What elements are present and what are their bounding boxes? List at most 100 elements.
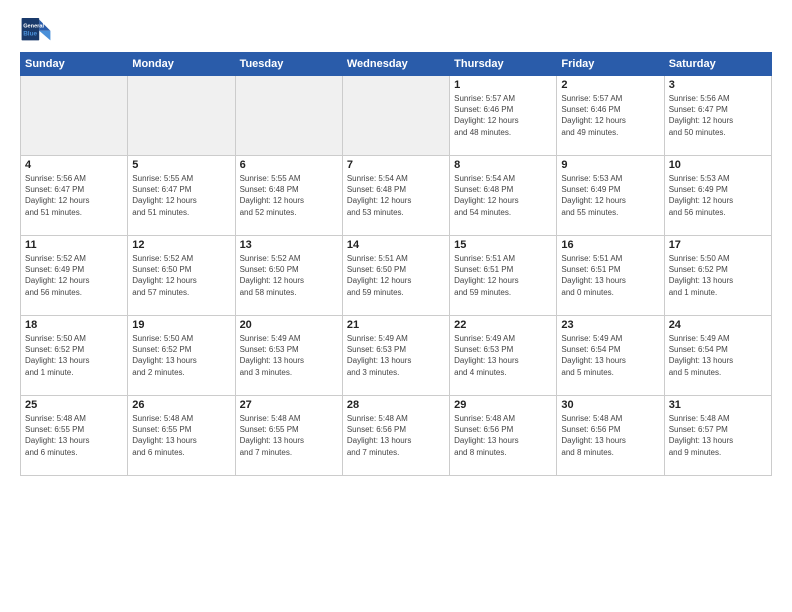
col-header-sunday: Sunday — [21, 53, 128, 76]
day-info: Sunrise: 5:54 AM Sunset: 6:48 PM Dayligh… — [347, 173, 445, 218]
col-header-tuesday: Tuesday — [235, 53, 342, 76]
day-number: 23 — [561, 319, 659, 331]
day-number: 15 — [454, 239, 552, 251]
day-cell: 28 Sunrise: 5:48 AM Sunset: 6:56 PM Dayli… — [342, 396, 449, 476]
day-cell: 3 Sunrise: 5:56 AM Sunset: 6:47 PM Daylig… — [664, 76, 771, 156]
day-number: 31 — [669, 399, 767, 411]
day-info: Sunrise: 5:56 AM Sunset: 6:47 PM Dayligh… — [669, 93, 767, 138]
logo-icon: General Blue — [20, 16, 52, 44]
day-number: 29 — [454, 399, 552, 411]
day-number: 21 — [347, 319, 445, 331]
day-cell: 1Sunrise: 5:57 AM Sunset: 6:46 PM Daylig… — [450, 76, 557, 156]
day-cell — [235, 76, 342, 156]
day-number: 5 — [132, 159, 230, 171]
day-info: Sunrise: 5:49 AM Sunset: 6:54 PM Dayligh… — [561, 333, 659, 378]
day-cell: 24Sunrise: 5:49 AM Sunset: 6:54 PM Dayli… — [664, 316, 771, 396]
col-header-saturday: Saturday — [664, 53, 771, 76]
day-number: 25 — [25, 399, 123, 411]
day-info: Sunrise: 5:48 AM Sunset: 6:57 PM Dayligh… — [669, 413, 767, 458]
week-row-4: 25 Sunrise: 5:48 AM Sunset: 6:55 PM Dayli… — [21, 396, 772, 476]
day-number: 4 — [25, 159, 123, 171]
header: General Blue — [20, 16, 772, 44]
day-number: 2 — [561, 79, 659, 91]
day-cell: 15 Sunrise: 5:51 AM Sunset: 6:51 PM Dayli… — [450, 236, 557, 316]
day-info: Sunrise: 5:52 AM Sunset: 6:50 PM Dayligh… — [240, 253, 338, 298]
day-number: 6 — [240, 159, 338, 171]
day-cell: 13 Sunrise: 5:52 AM Sunset: 6:50 PM Dayli… — [235, 236, 342, 316]
day-number: 19 — [132, 319, 230, 331]
day-cell: 20Sunrise: 5:49 AM Sunset: 6:53 PM Dayli… — [235, 316, 342, 396]
week-row-3: 18 Sunrise: 5:50 AM Sunset: 6:52 PM Dayli… — [21, 316, 772, 396]
day-cell: 19 Sunrise: 5:50 AM Sunset: 6:52 PM Dayli… — [128, 316, 235, 396]
day-info: Sunrise: 5:53 AM Sunset: 6:49 PM Dayligh… — [561, 173, 659, 218]
day-info: Sunrise: 5:48 AM Sunset: 6:56 PM Dayligh… — [454, 413, 552, 458]
day-cell: 11 Sunrise: 5:52 AM Sunset: 6:49 PM Dayli… — [21, 236, 128, 316]
day-number: 24 — [669, 319, 767, 331]
svg-text:Blue: Blue — [23, 31, 37, 38]
day-info: Sunrise: 5:54 AM Sunset: 6:48 PM Dayligh… — [454, 173, 552, 218]
day-number: 9 — [561, 159, 659, 171]
day-number: 17 — [669, 239, 767, 251]
day-number: 27 — [240, 399, 338, 411]
day-info: Sunrise: 5:55 AM Sunset: 6:47 PM Dayligh… — [132, 173, 230, 218]
day-cell — [128, 76, 235, 156]
day-info: Sunrise: 5:51 AM Sunset: 6:51 PM Dayligh… — [454, 253, 552, 298]
day-number: 13 — [240, 239, 338, 251]
day-info: Sunrise: 5:52 AM Sunset: 6:49 PM Dayligh… — [25, 253, 123, 298]
day-cell: 21 Sunrise: 5:49 AM Sunset: 6:53 PM Dayli… — [342, 316, 449, 396]
day-number: 18 — [25, 319, 123, 331]
col-header-thursday: Thursday — [450, 53, 557, 76]
day-number: 28 — [347, 399, 445, 411]
day-number: 16 — [561, 239, 659, 251]
day-cell: 25 Sunrise: 5:48 AM Sunset: 6:55 PM Dayli… — [21, 396, 128, 476]
week-row-2: 11 Sunrise: 5:52 AM Sunset: 6:49 PM Dayli… — [21, 236, 772, 316]
day-cell: 22 Sunrise: 5:49 AM Sunset: 6:53 PM Dayli… — [450, 316, 557, 396]
day-info: Sunrise: 5:50 AM Sunset: 6:52 PM Dayligh… — [669, 253, 767, 298]
day-cell: 6Sunrise: 5:55 AM Sunset: 6:48 PM Daylig… — [235, 156, 342, 236]
day-number: 20 — [240, 319, 338, 331]
day-cell: 29 Sunrise: 5:48 AM Sunset: 6:56 PM Dayli… — [450, 396, 557, 476]
day-number: 26 — [132, 399, 230, 411]
day-cell: 2 Sunrise: 5:57 AM Sunset: 6:46 PM Daylig… — [557, 76, 664, 156]
day-info: Sunrise: 5:57 AM Sunset: 6:46 PM Dayligh… — [454, 93, 552, 138]
col-header-friday: Friday — [557, 53, 664, 76]
day-info: Sunrise: 5:48 AM Sunset: 6:56 PM Dayligh… — [561, 413, 659, 458]
day-cell: 26 Sunrise: 5:48 AM Sunset: 6:55 PM Dayli… — [128, 396, 235, 476]
day-info: Sunrise: 5:48 AM Sunset: 6:56 PM Dayligh… — [347, 413, 445, 458]
day-cell: 12Sunrise: 5:52 AM Sunset: 6:50 PM Dayli… — [128, 236, 235, 316]
day-info: Sunrise: 5:48 AM Sunset: 6:55 PM Dayligh… — [25, 413, 123, 458]
svg-text:General: General — [23, 24, 44, 30]
day-number: 8 — [454, 159, 552, 171]
day-info: Sunrise: 5:57 AM Sunset: 6:46 PM Dayligh… — [561, 93, 659, 138]
day-number: 30 — [561, 399, 659, 411]
day-number: 12 — [132, 239, 230, 251]
day-cell — [342, 76, 449, 156]
day-info: Sunrise: 5:49 AM Sunset: 6:53 PM Dayligh… — [454, 333, 552, 378]
day-info: Sunrise: 5:56 AM Sunset: 6:47 PM Dayligh… — [25, 173, 123, 218]
day-cell: 8 Sunrise: 5:54 AM Sunset: 6:48 PM Daylig… — [450, 156, 557, 236]
day-info: Sunrise: 5:48 AM Sunset: 6:55 PM Dayligh… — [240, 413, 338, 458]
day-cell: 23 Sunrise: 5:49 AM Sunset: 6:54 PM Dayli… — [557, 316, 664, 396]
col-header-monday: Monday — [128, 53, 235, 76]
day-cell: 18 Sunrise: 5:50 AM Sunset: 6:52 PM Dayli… — [21, 316, 128, 396]
day-number: 3 — [669, 79, 767, 91]
day-info: Sunrise: 5:50 AM Sunset: 6:52 PM Dayligh… — [132, 333, 230, 378]
page: General Blue SundayMondayTuesdayWednesda… — [0, 0, 792, 612]
day-info: Sunrise: 5:50 AM Sunset: 6:52 PM Dayligh… — [25, 333, 123, 378]
day-cell: 9 Sunrise: 5:53 AM Sunset: 6:49 PM Daylig… — [557, 156, 664, 236]
day-info: Sunrise: 5:51 AM Sunset: 6:51 PM Dayligh… — [561, 253, 659, 298]
header-row: SundayMondayTuesdayWednesdayThursdayFrid… — [21, 53, 772, 76]
day-cell: 30 Sunrise: 5:48 AM Sunset: 6:56 PM Dayli… — [557, 396, 664, 476]
week-row-0: 1Sunrise: 5:57 AM Sunset: 6:46 PM Daylig… — [21, 76, 772, 156]
day-number: 7 — [347, 159, 445, 171]
day-cell: 4 Sunrise: 5:56 AM Sunset: 6:47 PM Daylig… — [21, 156, 128, 236]
day-info: Sunrise: 5:49 AM Sunset: 6:53 PM Dayligh… — [347, 333, 445, 378]
day-info: Sunrise: 5:48 AM Sunset: 6:55 PM Dayligh… — [132, 413, 230, 458]
day-number: 11 — [25, 239, 123, 251]
col-header-wednesday: Wednesday — [342, 53, 449, 76]
day-cell: 17 Sunrise: 5:50 AM Sunset: 6:52 PM Dayli… — [664, 236, 771, 316]
day-cell: 10Sunrise: 5:53 AM Sunset: 6:49 PM Dayli… — [664, 156, 771, 236]
logo: General Blue — [20, 16, 56, 44]
day-number: 22 — [454, 319, 552, 331]
day-cell: 14Sunrise: 5:51 AM Sunset: 6:50 PM Dayli… — [342, 236, 449, 316]
